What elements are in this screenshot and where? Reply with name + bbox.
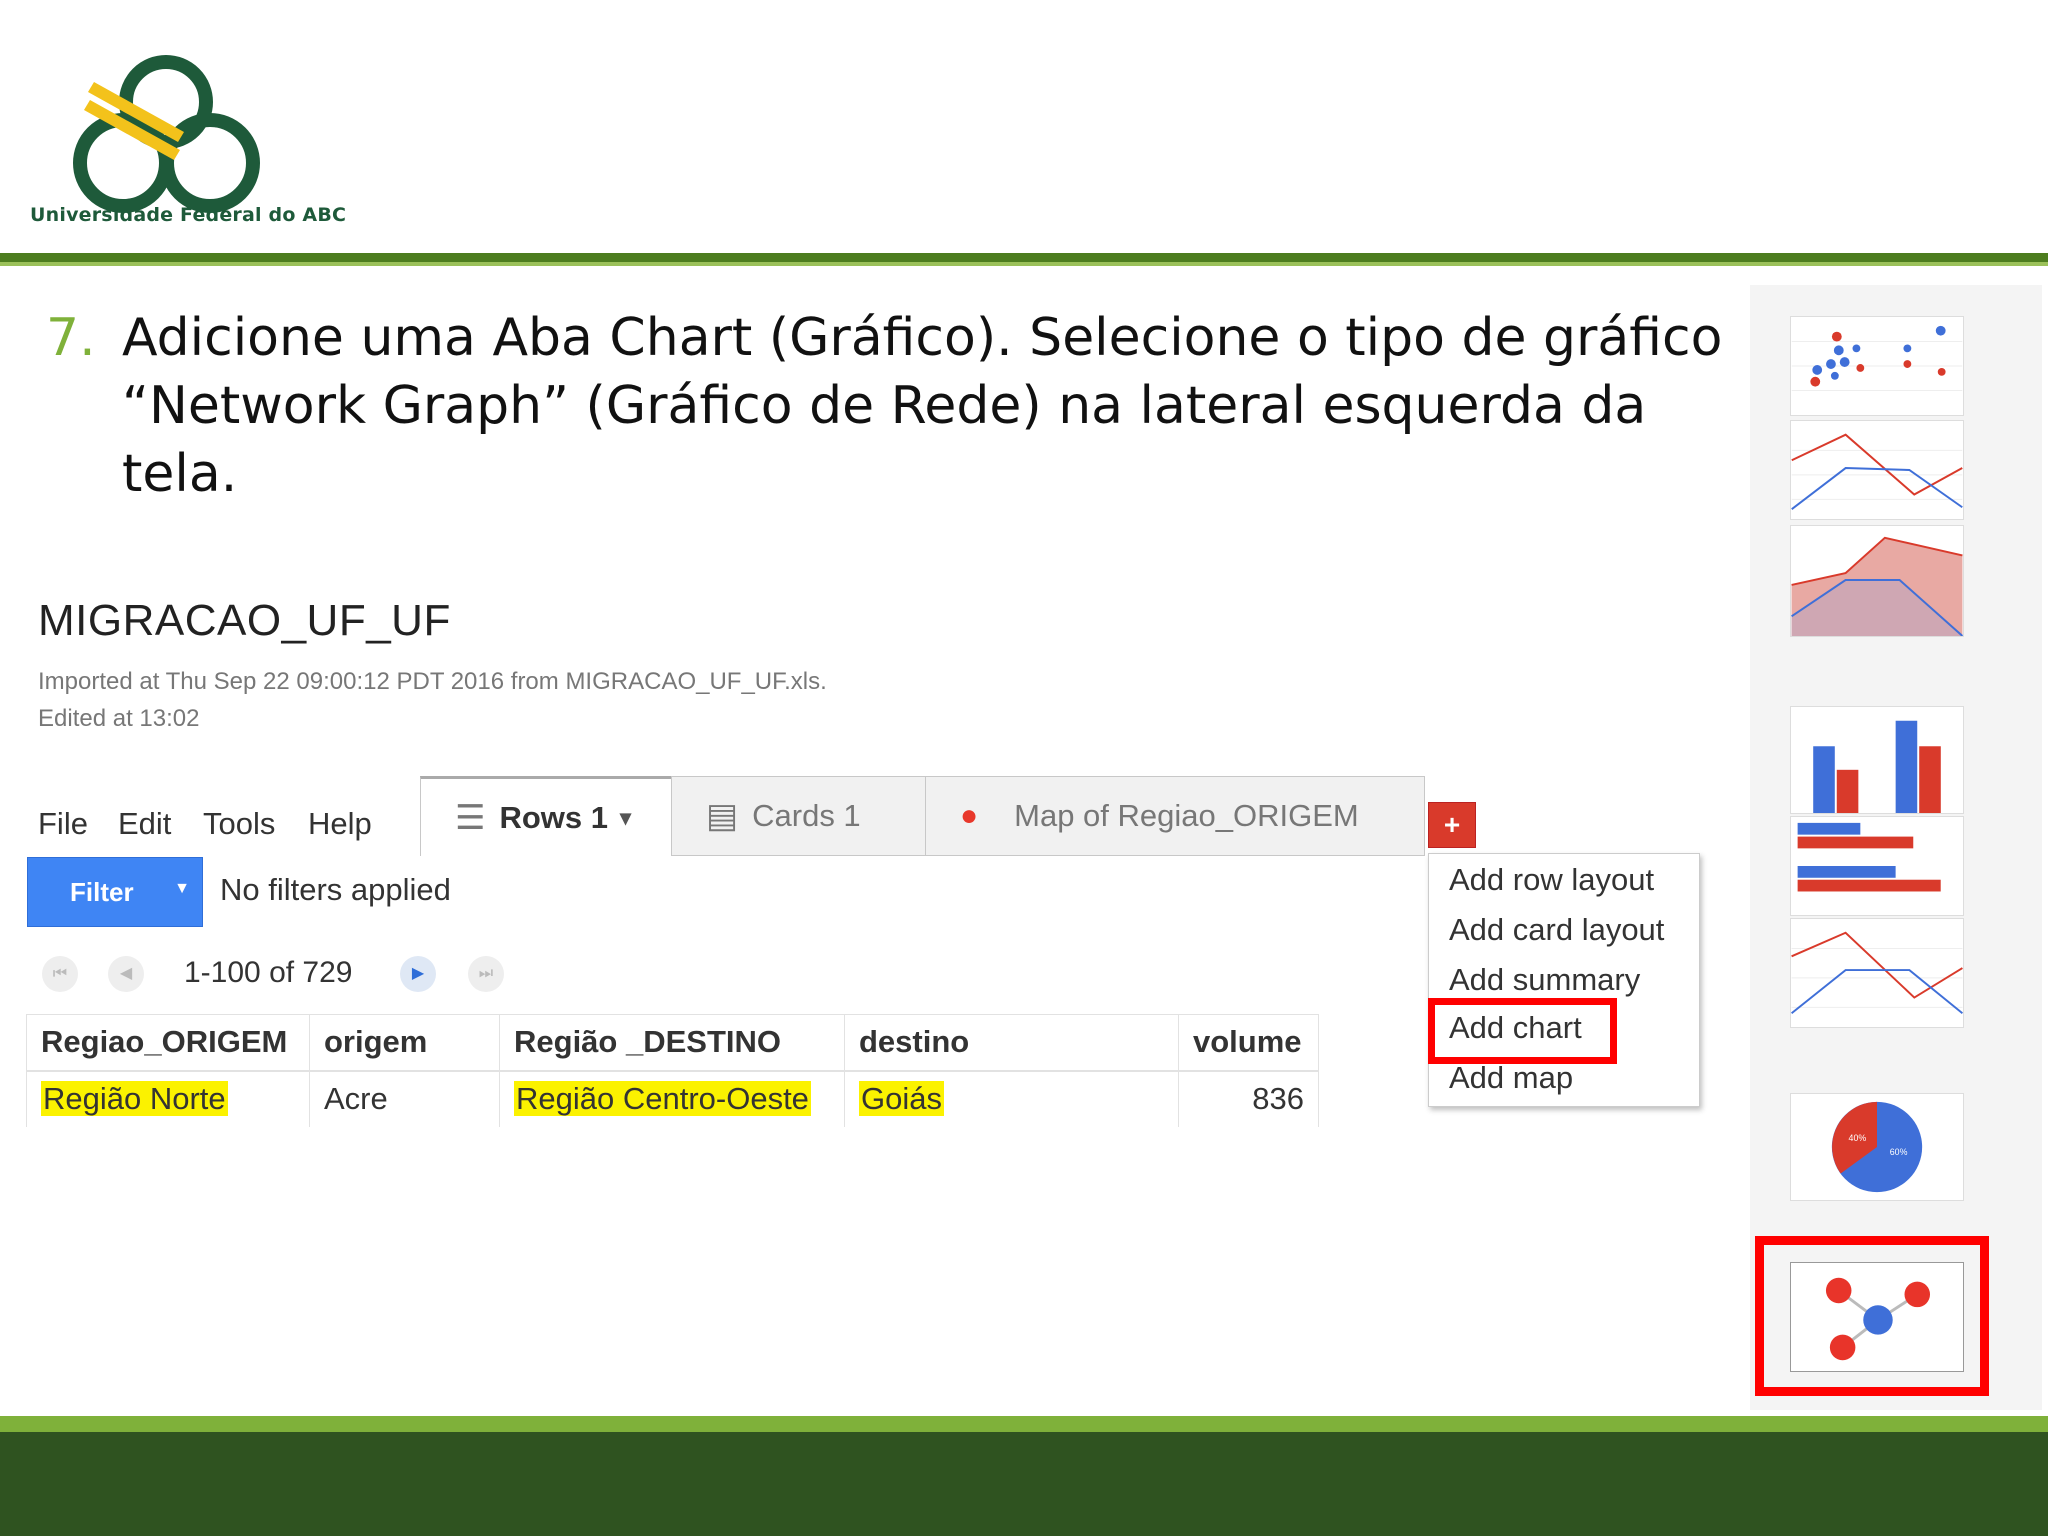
- column-header[interactable]: origem: [309, 1014, 500, 1072]
- next-page-icon[interactable]: ▶: [400, 956, 436, 992]
- list-icon: ☰: [455, 798, 486, 837]
- pager-range: 1-100 of 729: [184, 956, 353, 989]
- table-cell[interactable]: Acre: [309, 1070, 500, 1127]
- column-chart-icon[interactable]: [1790, 706, 1964, 814]
- menu-add-card-layout[interactable]: Add card layout: [1449, 912, 1664, 948]
- first-page-icon[interactable]: ⏮: [42, 956, 78, 992]
- area-chart-icon[interactable]: [1790, 525, 1964, 637]
- filter-label: Filter: [70, 876, 134, 907]
- add-tab-menu: Add row layout Add card layout Add summa…: [1428, 853, 1700, 1107]
- filter-button[interactable]: Filter ▼: [27, 857, 203, 927]
- menu-tools[interactable]: Tools: [203, 806, 275, 842]
- data-table: Regiao_ORIGEM origem Região _DESTINO des…: [26, 1014, 1319, 1127]
- column-header[interactable]: Região _DESTINO: [499, 1014, 845, 1072]
- previous-page-icon[interactable]: ◀: [108, 956, 144, 992]
- edit-info: Edited at 13:02: [38, 705, 200, 732]
- scatter-chart-icon[interactable]: [1790, 316, 1964, 416]
- pie-label-blue: 60%: [1890, 1147, 1908, 1157]
- line-chart-icon[interactable]: [1790, 918, 1964, 1028]
- network-graph-callout: [1755, 1236, 1989, 1396]
- filter-status: No filters applied: [220, 872, 451, 907]
- bar-chart-icon[interactable]: [1790, 816, 1964, 916]
- last-page-icon[interactable]: ⏭: [468, 956, 504, 992]
- import-info: Imported at Thu Sep 22 09:00:12 PDT 2016…: [38, 668, 827, 695]
- step-number: 7.: [46, 308, 96, 368]
- logo-caption: Universidade Federal do ABC: [30, 204, 347, 226]
- highlighted-value: Goiás: [859, 1081, 944, 1116]
- menu-add-map[interactable]: Add map: [1449, 1060, 1573, 1096]
- ufabc-logo: [28, 30, 318, 230]
- table-cell[interactable]: 836: [1178, 1070, 1319, 1127]
- column-header[interactable]: volume: [1178, 1014, 1319, 1072]
- highlighted-value: Região Centro-Oeste: [514, 1081, 811, 1116]
- tab-rows-label: Rows 1: [499, 799, 609, 835]
- map-pin-icon: ●: [960, 799, 979, 832]
- line-chart-icon[interactable]: [1790, 420, 1964, 520]
- table-title: MIGRACAO_UF_UF: [38, 596, 451, 645]
- column-header[interactable]: Regiao_ORIGEM: [26, 1014, 310, 1072]
- menu-add-row-layout[interactable]: Add row layout: [1449, 862, 1654, 898]
- table-cell[interactable]: Goiás: [844, 1070, 1179, 1127]
- header-divider: [0, 253, 2048, 266]
- add-chart-callout: [1428, 998, 1617, 1064]
- chevron-down-icon[interactable]: ▾: [620, 805, 631, 831]
- step-text: Adicione uma Aba Chart (Gráfico). Seleci…: [122, 308, 1723, 504]
- footer-band: [0, 1432, 2048, 1536]
- cards-icon: ▤: [706, 797, 739, 835]
- pie-chart-icon[interactable]: 40% 60%: [1790, 1093, 1964, 1201]
- tab-rows[interactable]: ☰ Rows 1 ▾: [420, 776, 672, 856]
- tab-cards[interactable]: ▤ Cards 1: [671, 776, 926, 856]
- footer-divider: [0, 1416, 2048, 1432]
- table-cell[interactable]: Região Norte: [26, 1070, 310, 1127]
- menu-edit[interactable]: Edit: [118, 806, 171, 842]
- pie-label-red: 40%: [1849, 1133, 1867, 1143]
- table-header-row: Regiao_ORIGEM origem Região _DESTINO des…: [26, 1014, 1319, 1072]
- column-header[interactable]: destino: [844, 1014, 1179, 1072]
- tab-cards-label: Cards 1: [752, 798, 861, 833]
- highlighted-value: Região Norte: [41, 1081, 228, 1116]
- menu-file[interactable]: File: [38, 806, 88, 842]
- menu-add-summary[interactable]: Add summary: [1449, 962, 1640, 998]
- chevron-down-icon: ▼: [174, 880, 190, 897]
- tab-map-label: Map of Regiao_ORIGEM: [1014, 798, 1359, 833]
- table-row[interactable]: Região Norte Acre Região Centro-Oeste Go…: [26, 1070, 1319, 1127]
- add-tab-button[interactable]: +: [1428, 802, 1476, 848]
- table-cell[interactable]: Região Centro-Oeste: [499, 1070, 845, 1127]
- menu-help[interactable]: Help: [308, 806, 372, 842]
- tab-map[interactable]: ● Map of Regiao_ORIGEM: [925, 776, 1425, 856]
